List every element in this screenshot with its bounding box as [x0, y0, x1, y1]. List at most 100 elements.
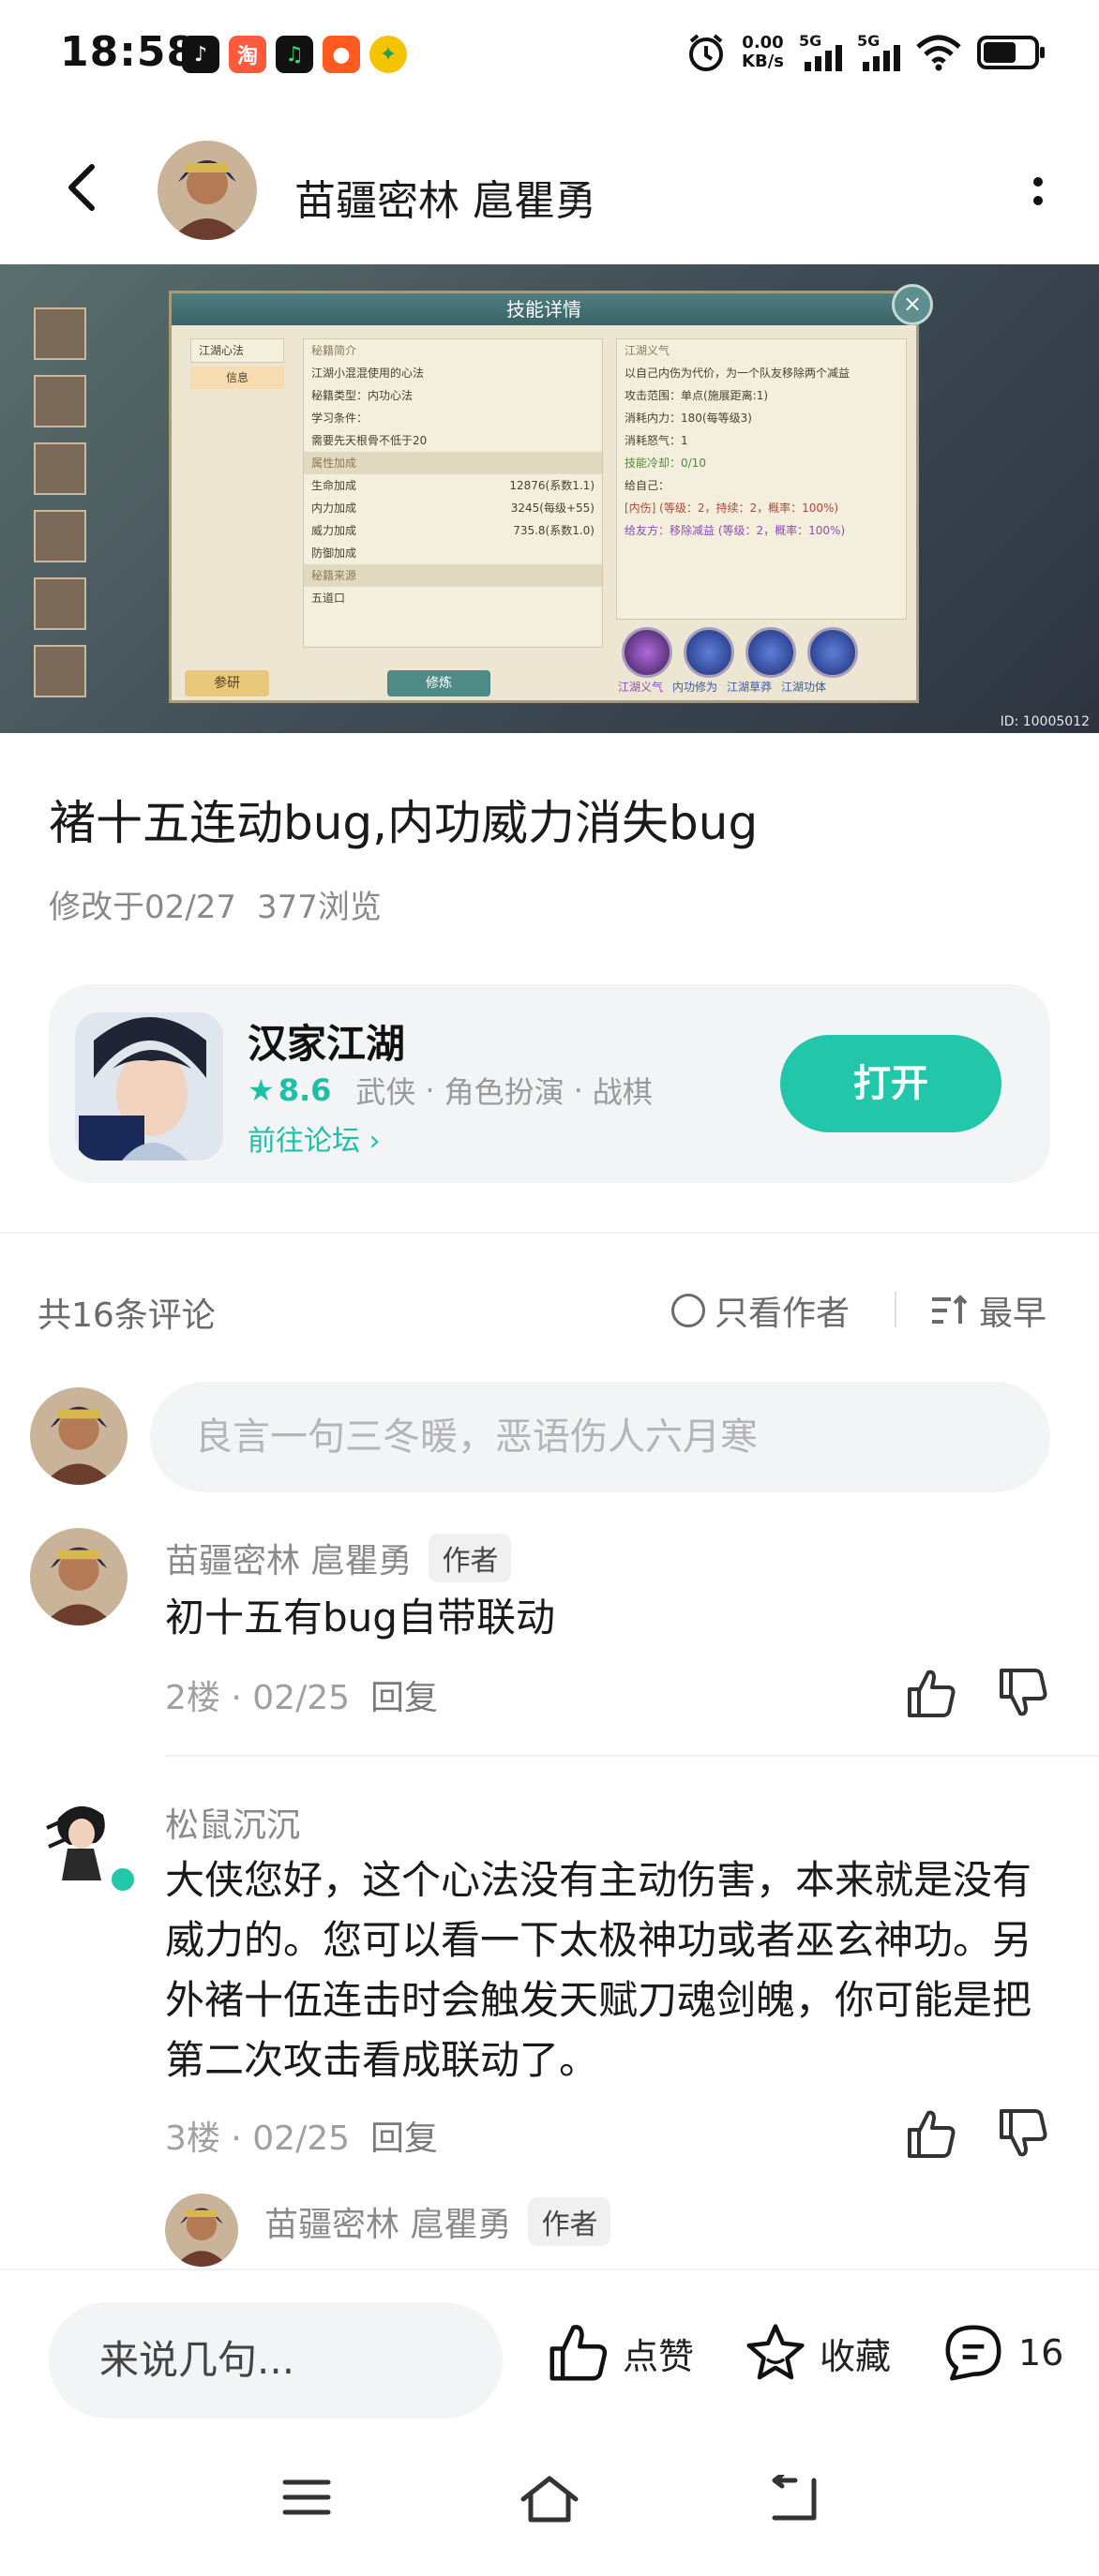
comment-text: 初十五有bug自带联动 — [165, 1595, 555, 1640]
header-title[interactable]: 苗疆密林 扈瞿勇 — [294, 167, 596, 227]
comment-floor: 3楼 — [165, 2119, 220, 2158]
taobao-icon: 淘 — [229, 36, 266, 73]
skill-labels: 江湖义气 内功修为 江湖草莽 江湖功体 — [616, 680, 828, 695]
comment-meta: 2楼 · 02/25 回复 — [165, 1670, 438, 1719]
panel-train-button: 修炼 — [387, 670, 490, 696]
skill-icons — [622, 627, 858, 678]
skill-icon — [622, 627, 672, 678]
skill-icon — [745, 627, 796, 678]
comments-count: 共16条评论 — [38, 1296, 216, 1335]
comment-input[interactable]: 良言一句三冬暖，恶语伤人六月寒 — [150, 1382, 1050, 1492]
signal-icon-1: 5G — [799, 32, 842, 71]
panel-text: 威力加成 — [311, 524, 357, 537]
open-game-button[interactable]: 打开 — [780, 1035, 1001, 1132]
back-button[interactable] — [56, 159, 113, 216]
sort-icon — [932, 1295, 968, 1324]
image-id: ID: 10005012 — [1000, 714, 1090, 729]
commenter-avatar[interactable] — [30, 1528, 128, 1625]
meta-separator: · — [231, 2119, 242, 2158]
only-author-toggle[interactable]: 只看作者 — [671, 1286, 850, 1335]
more-options-button[interactable] — [1015, 163, 1061, 219]
panel-text: 生命加成 — [311, 479, 357, 492]
panel-text: 以自己内伤为代价，为一个队友移除两个减益 — [625, 367, 851, 380]
panel-info-column: 秘籍简介 江湖小混混使用的心法 秘籍类型：内功心法 学习条件： 需要先天根骨不低… — [303, 338, 603, 648]
thumbs-down-icon[interactable] — [994, 1665, 1050, 1721]
panel-text: 给友方：移除减益 (等级：2，概率：100%) — [625, 524, 846, 537]
panel-text: 秘籍来源 — [304, 564, 602, 587]
reply-username-label: 苗疆密林 扈瞿勇 — [264, 2206, 512, 2244]
sort-button[interactable]: 最早 — [930, 1286, 1046, 1335]
reply-input[interactable]: 来说几句... — [49, 2302, 503, 2419]
net-speed: 0.00 KB/s — [742, 34, 784, 71]
thumbs-up-icon — [550, 2325, 608, 2381]
skill-label: 江湖功体 — [781, 681, 827, 694]
game-icon-image[interactable] — [75, 1012, 223, 1161]
panel-text: 给自己： — [625, 479, 670, 492]
comment-meta: 3楼 · 02/25 回复 — [165, 2111, 438, 2160]
thumbs-down-icon[interactable] — [994, 2105, 1050, 2162]
panel-left-tabs: 江湖心法 信息 — [190, 338, 284, 695]
back-nav-icon[interactable] — [767, 2475, 820, 2524]
net-speed-unit: KB/s — [742, 52, 784, 71]
author-badge: 作者 — [528, 2197, 611, 2246]
alarm-icon — [689, 34, 724, 71]
signal-2-label: 5G — [857, 32, 881, 50]
status-time: 18:58 — [60, 28, 197, 76]
reply-username[interactable]: 苗疆密林 扈瞿勇 作者 — [264, 2197, 611, 2246]
panel-text: 秘籍简介 — [311, 344, 357, 357]
panel-text: 技能冷却：0/10 — [625, 457, 706, 470]
sort-label: 最早 — [979, 1295, 1047, 1333]
comments-button[interactable]: 16 — [940, 2321, 1063, 2385]
status-indicators: 0.00 KB/s 5G 5G — [685, 32, 1045, 73]
net-speed-value: 0.00 — [742, 33, 784, 52]
reply-button[interactable]: 回复 — [370, 2119, 438, 2158]
chevron-right-icon: › — [369, 1125, 381, 1158]
panel-text: 秘籍类型：内功心法 — [311, 389, 414, 402]
game-name: 汉家江湖 — [248, 1021, 406, 1067]
panel-text: 需要先天根骨不低于20 — [311, 434, 428, 447]
post-image[interactable]: 技能详情 × 江湖心法 信息 秘籍简介 江湖小混混使用的心法 秘籍类型：内功心法… — [0, 264, 1099, 733]
forum-link[interactable]: 前往论坛 › — [248, 1117, 381, 1159]
panel-value: 12876(系数1.1) — [509, 479, 595, 492]
panel-text: 江湖小混混使用的心法 — [311, 367, 425, 380]
divider — [895, 1292, 896, 1327]
thumbs-up-icon[interactable] — [902, 2105, 958, 2162]
game-tag: 角色扮演 — [444, 1074, 565, 1110]
comment-icon — [945, 2325, 1001, 2381]
reply-button[interactable]: 回复 — [370, 1679, 438, 1717]
system-navigation-bar — [0, 2426, 1099, 2576]
game-card[interactable]: 汉家江湖 ★ 8.6 武侠 · 角色扮演 · 战棋 前往论坛 › 打开 — [49, 984, 1050, 1183]
bottom-action-bar: 来说几句... 点赞 收藏 16 — [0, 2269, 1099, 2426]
panel-skill-column: 江湖义气 以自己内伤为代价，为一个队友移除两个减益 攻击范围：单点(施展距离:1… — [616, 338, 907, 620]
comment-username[interactable]: 苗疆密林 扈瞿勇 作者 — [165, 1534, 512, 1582]
post-views: 377浏览 — [256, 889, 382, 926]
thumbs-up-icon[interactable] — [902, 1665, 958, 1721]
comment-username[interactable]: 松鼠沉沉 — [165, 1798, 300, 1847]
favorite-label: 收藏 — [820, 2335, 892, 2377]
like-button[interactable]: 点赞 — [544, 2321, 694, 2385]
menu-icon[interactable] — [281, 2475, 332, 2520]
skill-label: 内功修为 — [672, 681, 718, 694]
radio-icon — [671, 1294, 705, 1327]
post-meta: 修改于02/27 377浏览 — [49, 881, 382, 927]
game-rating: ★ 8.6 — [248, 1072, 331, 1108]
game-rating-value: 8.6 — [278, 1072, 332, 1108]
panel-text: 五道口 — [311, 592, 346, 605]
favorite-button[interactable]: 收藏 — [743, 2321, 891, 2385]
status-bar: 18:58 ♪ 淘 ♫ ● ✦ 0.00 KB/s 5G 5G — [0, 0, 1099, 112]
comment-count: 16 — [1018, 2332, 1064, 2374]
panel-text: 攻击范围：单点(施展距离:1) — [625, 389, 769, 402]
panel-text: 消耗内力：180(每等级3) — [625, 412, 752, 425]
signal-1-label: 5G — [799, 32, 822, 50]
panel-tab-2: 信息 — [190, 367, 284, 389]
header: 苗疆密林 扈瞿勇 — [0, 131, 1099, 248]
post-modified-date: 修改于02/27 — [49, 889, 236, 926]
comment-date: 02/25 — [252, 1679, 351, 1717]
home-icon[interactable] — [519, 2475, 580, 2524]
status-app-icons: ♪ 淘 ♫ ● ✦ — [182, 36, 407, 73]
battery-icon — [977, 36, 1045, 69]
panel-research-button: 参研 — [185, 670, 269, 696]
author-avatar[interactable] — [158, 141, 257, 240]
verified-badge-icon — [109, 1865, 137, 1894]
reply-avatar[interactable] — [165, 2194, 238, 2267]
